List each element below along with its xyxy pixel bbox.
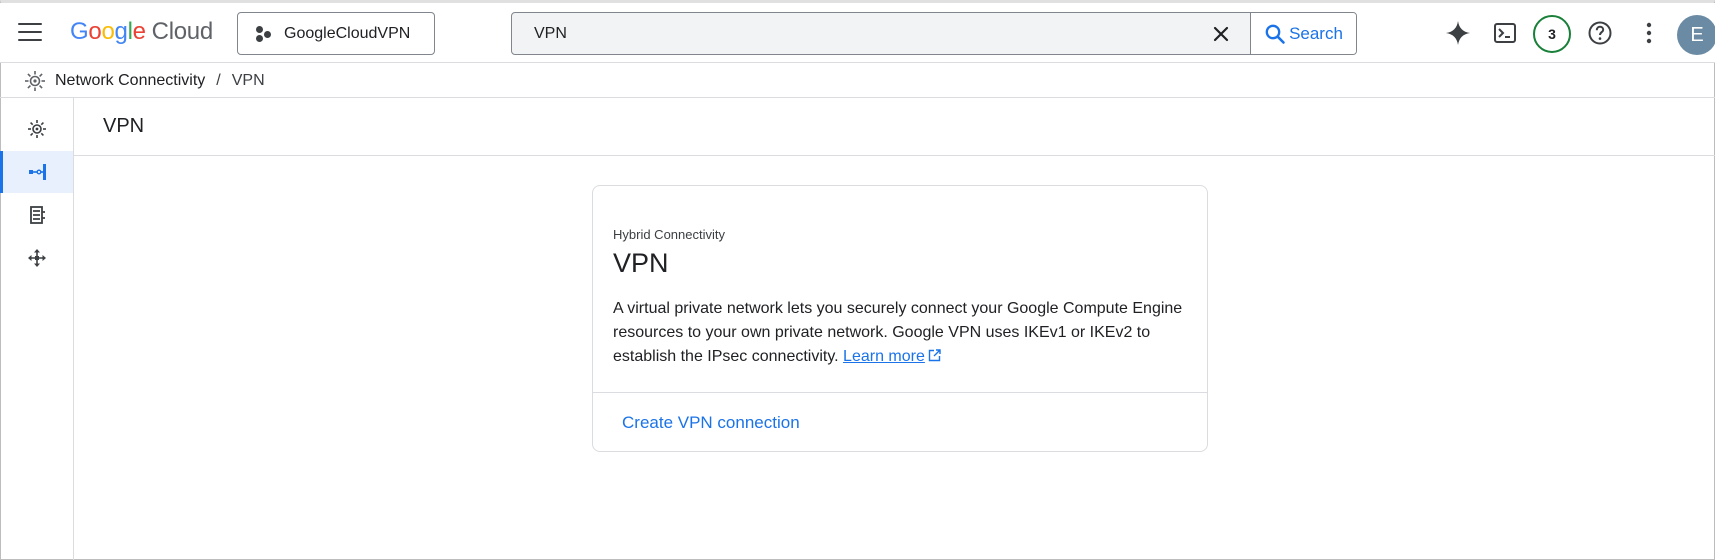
external-link-icon bbox=[928, 346, 941, 370]
sparkle-icon[interactable] bbox=[1441, 16, 1475, 50]
router-arrows-icon bbox=[27, 249, 46, 267]
search-icon bbox=[1265, 24, 1285, 44]
rail-item-interconnect[interactable] bbox=[0, 194, 73, 236]
project-picker-button[interactable]: GoogleCloudVPN bbox=[237, 12, 435, 55]
card-eyebrow: Hybrid Connectivity bbox=[613, 227, 725, 242]
logo-cloud-text: Cloud bbox=[151, 18, 214, 45]
breadcrumb-product-link[interactable]: Network Connectivity bbox=[55, 72, 205, 90]
card-title: VPN bbox=[613, 248, 669, 278]
project-name: GoogleCloudVPN bbox=[284, 24, 411, 42]
avatar[interactable]: E bbox=[1677, 15, 1715, 55]
vpn-topology-icon bbox=[29, 164, 46, 180]
vpn-intro-card: Hybrid Connectivity VPN A virtual privat… bbox=[592, 185, 1208, 452]
main-header: VPN bbox=[74, 98, 1715, 156]
rail-item-vpn[interactable] bbox=[0, 151, 73, 193]
page-title: VPN bbox=[103, 115, 145, 137]
network-hub-icon bbox=[27, 120, 46, 138]
breadcrumb-separator: / bbox=[216, 72, 221, 89]
search-input[interactable] bbox=[512, 13, 1252, 54]
rail-item-overview[interactable] bbox=[0, 108, 73, 150]
more-vert-icon[interactable] bbox=[1632, 16, 1666, 50]
project-dots-icon bbox=[254, 25, 272, 43]
card-description: A virtual private network lets you secur… bbox=[613, 297, 1183, 370]
google-cloud-logo[interactable]: Google Cloud bbox=[70, 18, 213, 46]
cloud-shell-icon[interactable] bbox=[1488, 16, 1522, 50]
help-icon[interactable] bbox=[1583, 16, 1617, 50]
search-button-label: Search bbox=[1289, 23, 1343, 43]
side-nav-rail bbox=[0, 98, 74, 560]
logo-google-text: Google bbox=[70, 18, 146, 45]
stack-icon bbox=[29, 206, 45, 224]
top-app-bar: GoogleCloud GoogleCloudVPN Search 3 E bbox=[0, 3, 1715, 63]
hamburger-menu-icon[interactable] bbox=[18, 23, 42, 43]
create-vpn-connection-button[interactable]: Create VPN connection bbox=[622, 413, 800, 433]
notification-badge[interactable]: 3 bbox=[1533, 15, 1571, 53]
close-icon[interactable] bbox=[1211, 24, 1231, 44]
breadcrumb-current: VPN bbox=[231, 72, 265, 89]
learn-more-link[interactable]: Learn more bbox=[843, 348, 925, 365]
card-divider bbox=[593, 392, 1207, 393]
search-button[interactable]: Search bbox=[1250, 13, 1356, 54]
rail-item-cloud-router[interactable] bbox=[0, 237, 73, 279]
breadcrumb: Network Connectivity / VPN bbox=[0, 64, 1715, 98]
network-connectivity-icon bbox=[24, 70, 46, 92]
search-bar: Search bbox=[511, 12, 1357, 55]
